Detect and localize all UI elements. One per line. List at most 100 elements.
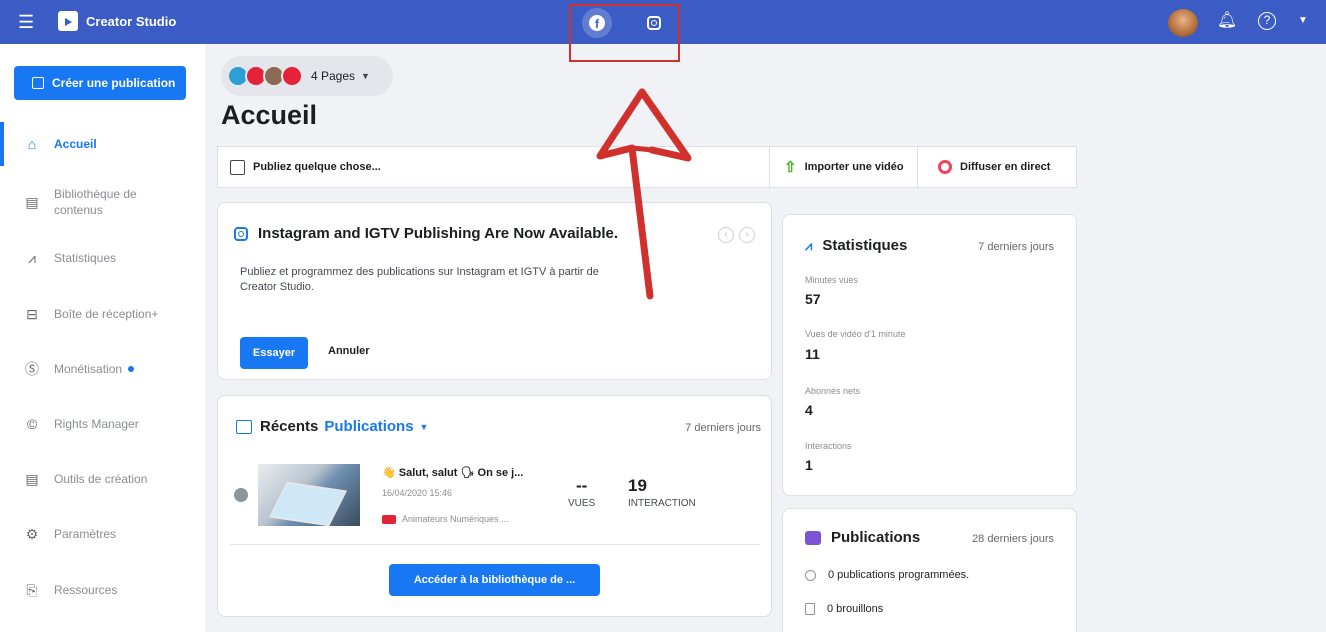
post-page-name: Animateurs Numériques ... bbox=[402, 514, 509, 524]
home-icon: ⌂ bbox=[27, 136, 37, 152]
library-icon: ▤ bbox=[25, 194, 39, 210]
chevron-down-icon: ▼ bbox=[361, 71, 370, 81]
annotation-highlight-box bbox=[569, 4, 680, 62]
sidebar-item-label: Rights Manager bbox=[54, 417, 139, 431]
help-icon[interactable]: ? bbox=[1258, 12, 1276, 30]
sidebar-item-creation-tools[interactable]: ▤ Outils de création bbox=[0, 457, 205, 501]
sidebar-item-monetization[interactable]: Ⓢ Monétisation bbox=[0, 347, 205, 391]
scheduled-row[interactable]: 0 publications programmées. bbox=[805, 569, 969, 581]
sidebar-item-label: Paramètres bbox=[54, 527, 117, 541]
stat-value: 57 bbox=[805, 291, 821, 307]
upload-icon: ⇧ bbox=[784, 159, 797, 176]
inbox-icon: ⊟ bbox=[26, 306, 38, 322]
cancel-button[interactable]: Annuler bbox=[328, 345, 370, 357]
sidebar-item-label: Statistiques bbox=[54, 251, 117, 265]
sidebar-item-label: Accueil bbox=[54, 137, 97, 151]
sidebar-item-settings[interactable]: ⚙︎ Paramètres bbox=[0, 512, 205, 556]
recents-range: 7 derniers jours bbox=[685, 422, 761, 434]
live-icon bbox=[938, 160, 952, 174]
edit-icon bbox=[32, 77, 44, 89]
sidebar-item-label: Monétisation bbox=[54, 362, 123, 376]
drafts-label: 0 brouillons bbox=[827, 603, 884, 615]
sidebar-item-statistics[interactable]: ⩘ Statistiques bbox=[0, 236, 205, 280]
app-title: Creator Studio bbox=[86, 14, 177, 29]
sidebar-item-rights-manager[interactable]: © Rights Manager bbox=[0, 402, 205, 446]
recents-header: Récents Publications ▼ bbox=[236, 418, 428, 435]
previous-icon[interactable]: ‹ bbox=[718, 227, 734, 243]
publications-title: Publications bbox=[831, 529, 921, 546]
sidebar-item-resources[interactable]: ⎘ Ressources bbox=[0, 568, 205, 612]
instagram-icon bbox=[234, 226, 248, 241]
post-page: Animateurs Numériques ... bbox=[382, 514, 509, 524]
resources-icon: ⎘ bbox=[26, 582, 38, 598]
stat-value: 11 bbox=[805, 346, 820, 362]
notification-dot bbox=[128, 366, 135, 372]
create-post-label: Créer une publication bbox=[52, 76, 176, 90]
settings-icon: ⚙︎ bbox=[25, 526, 39, 542]
divider bbox=[230, 544, 760, 545]
divider bbox=[769, 147, 770, 187]
publications-range: 28 derniers jours bbox=[972, 533, 1054, 545]
views-metric: -- VUES bbox=[568, 476, 595, 509]
stat-label: Vues de vidéo d'1 minute bbox=[805, 329, 906, 339]
post-date: 16/04/2020 15:46 bbox=[382, 488, 453, 498]
sidebar-item-label: Boîte de réception+ bbox=[54, 307, 159, 321]
library-icon bbox=[236, 419, 252, 434]
post-title[interactable]: 👋 Salut, salut 🗣 On se j... bbox=[382, 466, 523, 479]
avatar[interactable] bbox=[1168, 9, 1198, 37]
open-library-button[interactable]: Accéder à la bibliothèque de ... bbox=[389, 564, 600, 596]
publications-card: Publications 28 derniers jours 0 publica… bbox=[782, 508, 1077, 632]
sidebar-item-library[interactable]: ▤ Bibliothèque de contenus bbox=[0, 180, 205, 224]
sidebar-item-label: Bibliothèque de contenus bbox=[54, 187, 137, 217]
page-title: Accueil bbox=[221, 100, 318, 130]
promo-title-row: Instagram and IGTV Publishing Are Now Av… bbox=[234, 225, 618, 242]
chart-icon: ⩘ bbox=[805, 237, 813, 253]
clock-icon bbox=[805, 569, 816, 581]
bell-icon[interactable]: 🔔︎ bbox=[1216, 10, 1238, 32]
compose-placeholder: Publiez quelque chose... bbox=[253, 161, 381, 173]
stat-label: Interactions bbox=[805, 441, 852, 451]
annotation-arrow-icon bbox=[596, 88, 692, 300]
import-video-button[interactable]: ⇧ Importer une vidéo bbox=[784, 147, 904, 187]
stat-value: 1 bbox=[805, 457, 813, 473]
try-button[interactable]: Essayer bbox=[240, 337, 308, 369]
drafts-row[interactable]: 0 brouillons bbox=[805, 603, 883, 615]
promo-title: Instagram and IGTV Publishing Are Now Av… bbox=[258, 225, 619, 242]
post-thumbnail[interactable] bbox=[258, 464, 360, 526]
account-menu-caret-icon[interactable]: ▼ bbox=[1292, 10, 1314, 32]
sidebar: Créer une publication ⌂ Accueil ▤ Biblio… bbox=[0, 44, 205, 632]
recents-filter-dropdown[interactable]: Publications bbox=[324, 418, 413, 435]
chart-icon: ⩘ bbox=[28, 250, 36, 266]
menu-icon[interactable]: ☰ bbox=[18, 12, 38, 32]
sidebar-item-inbox[interactable]: ⊟ Boîte de réception+ bbox=[0, 292, 205, 336]
interactions-value: 19 bbox=[628, 476, 647, 495]
page-logo-icon bbox=[382, 514, 396, 524]
sidebar-item-label: Ressources bbox=[54, 583, 118, 597]
stats-range: 7 derniers jours bbox=[978, 241, 1054, 253]
views-label: VUES bbox=[568, 498, 596, 509]
stats-header: ⩘ Statistiques bbox=[805, 237, 907, 254]
interactions-metric: 19 INTERACTION bbox=[628, 476, 696, 509]
compose-post-button[interactable]: Publiez quelque chose... bbox=[230, 147, 381, 187]
recent-posts-card: Récents Publications ▼ 7 derniers jours … bbox=[217, 395, 772, 617]
sidebar-item-home[interactable]: ⌂ Accueil bbox=[0, 122, 205, 166]
next-icon[interactable]: › bbox=[739, 227, 755, 243]
pages-count-label: 4 Pages bbox=[311, 69, 356, 83]
create-post-button[interactable]: Créer une publication bbox=[14, 66, 186, 100]
sidebar-item-label: Outils de création bbox=[54, 472, 148, 486]
interactions-label: INTERACTION bbox=[628, 498, 696, 509]
stats-title: Statistiques bbox=[822, 237, 908, 254]
scheduled-label: 0 publications programmées. bbox=[828, 569, 970, 581]
pages-selector[interactable]: 4 Pages ▼ bbox=[221, 56, 393, 96]
publications-header: Publications bbox=[805, 529, 920, 546]
stat-label: Minutes vues bbox=[805, 275, 859, 285]
promo-description: Publiez et programmez des publications s… bbox=[240, 266, 599, 293]
publications-icon bbox=[805, 530, 821, 545]
tools-icon: ▤ bbox=[25, 471, 39, 487]
stat-value: 4 bbox=[805, 402, 813, 418]
divider bbox=[917, 147, 918, 187]
views-value: -- bbox=[575, 476, 588, 495]
go-live-button[interactable]: Diffuser en direct bbox=[938, 147, 1050, 187]
creator-studio-logo-icon bbox=[58, 11, 78, 31]
page-avatar bbox=[281, 65, 303, 87]
